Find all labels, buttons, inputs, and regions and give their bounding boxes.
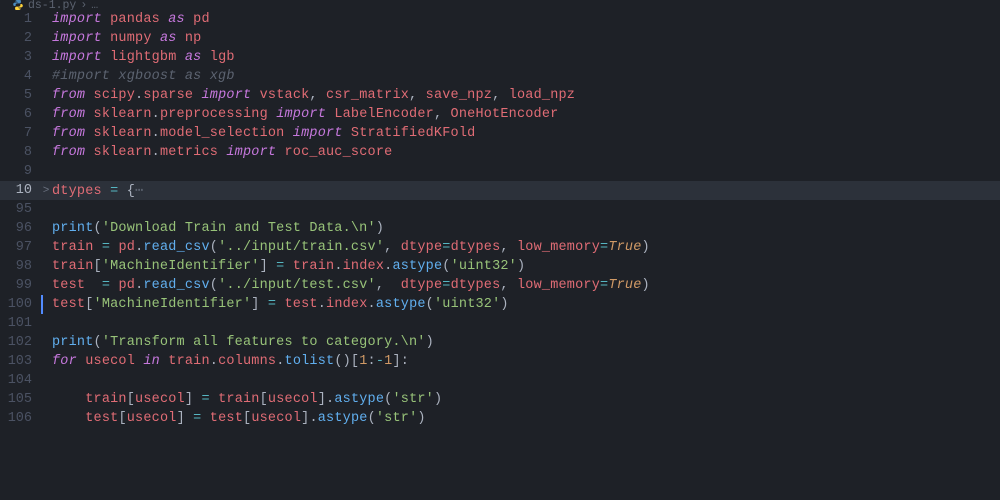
code-line[interactable]: 103 for usecol in train.columns.tolist()[… [0,352,1000,371]
code-line[interactable]: 99 test = pd.read_csv('../input/test.csv'… [0,276,1000,295]
code-content[interactable]: from scipy.sparse import vstack, csr_mat… [52,88,575,103]
line-number: 102 [0,335,40,350]
line-number: 5 [0,88,40,103]
code-line[interactable]: 106 test[usecol] = test[usecol].astype('… [0,409,1000,428]
code-line[interactable]: 9 [0,162,1000,181]
python-file-icon [12,0,24,10]
line-number: 101 [0,316,40,331]
cursor-indicator [41,295,43,314]
line-number: 97 [0,240,40,255]
code-line[interactable]: 8 from sklearn.metrics import roc_auc_sco… [0,143,1000,162]
line-number: 10 [0,183,40,198]
code-content[interactable]: test['MachineIdentifier'] = test.index.a… [52,297,509,312]
line-number: 1 [0,12,40,27]
breadcrumb[interactable]: ds-1.py › … [0,0,1000,10]
code-line[interactable]: 4 #import xgboost as xgb [0,67,1000,86]
line-number: 100 [0,297,40,312]
code-content[interactable]: test = pd.read_csv('../input/test.csv', … [52,278,650,293]
code-line[interactable]: 105 train[usecol] = train[usecol].astype… [0,390,1000,409]
code-content[interactable]: train[usecol] = train[usecol].astype('st… [52,392,442,407]
code-line[interactable]: 2 import numpy as np [0,29,1000,48]
line-number: 99 [0,278,40,293]
code-content[interactable]: test[usecol] = test[usecol].astype('str'… [52,411,426,426]
code-content[interactable]: import pandas as pd [52,12,210,27]
line-number: 9 [0,164,40,179]
code-content[interactable]: from sklearn.model_selection import Stra… [52,126,475,141]
line-number: 4 [0,69,40,84]
code-line[interactable]: 7 from sklearn.model_selection import Str… [0,124,1000,143]
line-number: 96 [0,221,40,236]
code-content[interactable]: #import xgboost as xgb [52,69,235,84]
code-line[interactable]: 6 from sklearn.preprocessing import Label… [0,105,1000,124]
line-number: 2 [0,31,40,46]
breadcrumb-separator: › [80,0,87,10]
line-number: 3 [0,50,40,65]
line-number: 98 [0,259,40,274]
code-editor[interactable]: 1 import pandas as pd 2 import numpy as np 3… [0,10,1000,500]
code-content[interactable]: from sklearn.preprocessing import LabelE… [52,107,558,122]
fold-gutter[interactable]: > [40,185,52,197]
code-content[interactable]: import numpy as np [52,31,201,46]
code-content[interactable]: for usecol in train.columns.tolist()[1:-… [52,354,409,369]
code-line[interactable]: 100 test['MachineIdentifier'] = test.inde… [0,295,1000,314]
line-number: 95 [0,202,40,217]
code-line[interactable]: 102 print('Transform all features to cate… [0,333,1000,352]
code-line[interactable]: 1 import pandas as pd [0,10,1000,29]
line-number: 104 [0,373,40,388]
code-content[interactable]: from sklearn.metrics import roc_auc_scor… [52,145,392,160]
breadcrumb-file[interactable]: ds-1.py [28,0,76,10]
code-content[interactable]: train['MachineIdentifier'] = train.index… [52,259,525,274]
code-line[interactable]: 97 train = pd.read_csv('../input/train.cs… [0,238,1000,257]
code-content[interactable]: dtypes = {⋯ [52,182,143,199]
code-line[interactable]: 98 train['MachineIdentifier'] = train.ind… [0,257,1000,276]
code-line[interactable]: 101 [0,314,1000,333]
code-line[interactable]: 5 from scipy.sparse import vstack, csr_ma… [0,86,1000,105]
breadcrumb-tail: … [91,0,98,10]
code-line[interactable]: 95 [0,200,1000,219]
code-line[interactable]: 3 import lightgbm as lgb [0,48,1000,67]
code-line[interactable]: 104 [0,371,1000,390]
code-line[interactable]: 10>dtypes = {⋯ [0,181,1000,200]
line-number: 6 [0,107,40,122]
code-line[interactable]: 96 print('Download Train and Test Data.\n… [0,219,1000,238]
code-content[interactable]: print('Download Train and Test Data.\n') [52,221,384,236]
line-number: 105 [0,392,40,407]
line-number: 103 [0,354,40,369]
code-content[interactable]: print('Transform all features to categor… [52,335,434,350]
line-number: 106 [0,411,40,426]
code-content[interactable]: import lightgbm as lgb [52,50,235,65]
code-content[interactable]: train = pd.read_csv('../input/train.csv'… [52,240,650,255]
line-number: 7 [0,126,40,141]
line-number: 8 [0,145,40,160]
